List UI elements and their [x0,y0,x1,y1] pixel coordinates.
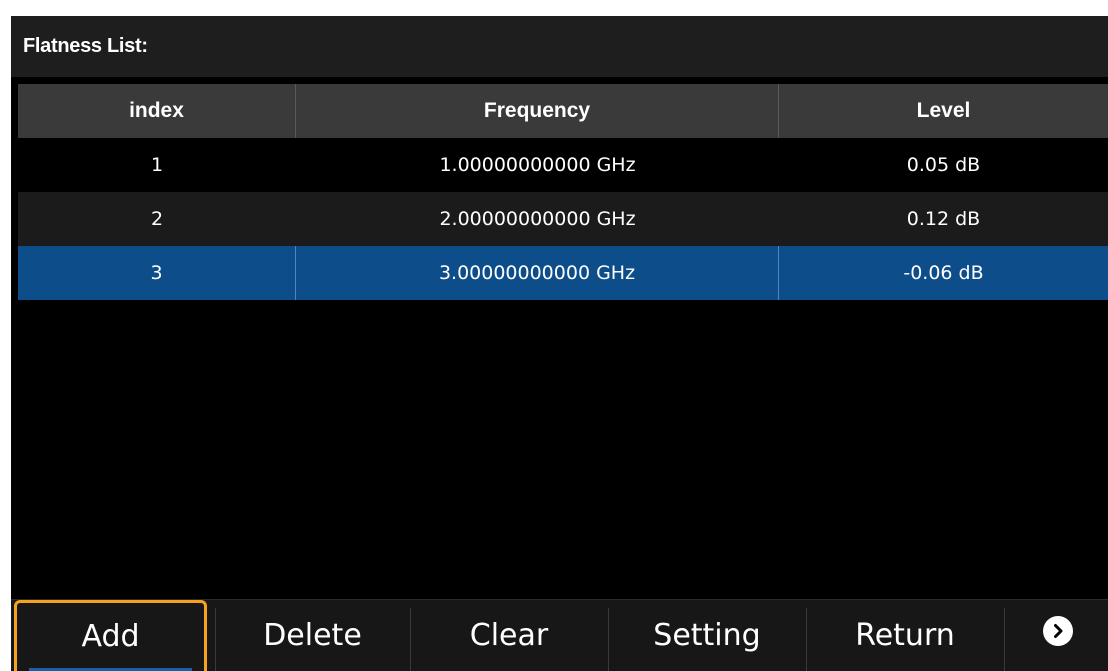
chevron-right-icon [1054,624,1063,638]
cell-level: -0.06 dB [903,262,984,284]
table-row[interactable]: 2 2.00000000000 GHz 0.12 dB [18,192,1108,246]
cell-frequency: 2.00000000000 GHz [439,208,636,230]
add-button[interactable]: Add [14,600,207,671]
title-bar: Flatness List: [11,16,1108,77]
cell-level: 0.12 dB [906,208,981,230]
delete-button[interactable]: Delete [216,600,409,671]
setting-button-label: Setting [653,617,761,653]
cell-index: 2 [150,208,164,230]
return-button[interactable]: Return [807,600,1003,671]
delete-button-label: Delete [263,617,362,653]
add-button-label: Add [81,619,140,654]
chevron-right-circle-icon[interactable] [1043,616,1073,646]
setting-button[interactable]: Setting [609,600,805,671]
instrument-screen: Flatness List: index Frequency Level 1 1… [11,16,1108,671]
column-header-index[interactable]: index [18,84,296,138]
page-title: Flatness List: [23,35,148,57]
table-row[interactable]: 1 1.00000000000 GHz 0.05 dB [18,138,1108,192]
cell-frequency: 1.00000000000 GHz [439,154,636,176]
clear-button[interactable]: Clear [411,600,607,671]
cell-index: 3 [18,246,296,300]
column-header-level[interactable]: Level [779,84,1108,138]
clear-button-label: Clear [469,617,549,653]
cell-index: 1 [150,154,164,176]
softkey-divider [1004,608,1005,671]
column-header-frequency[interactable]: Frequency [296,84,779,138]
softkey-bar: Add Delete Clear Setting Return [11,599,1108,671]
cell-level: 0.05 dB [906,154,981,176]
flatness-table: index Frequency Level 1 1.00000000000 GH… [18,84,1108,300]
return-button-label: Return [855,617,955,653]
table-header-row: index Frequency Level [18,84,1108,138]
cell-frequency: 3.00000000000 GHz [296,246,779,300]
table-row-selected[interactable]: 3 3.00000000000 GHz -0.06 dB [18,246,1108,300]
